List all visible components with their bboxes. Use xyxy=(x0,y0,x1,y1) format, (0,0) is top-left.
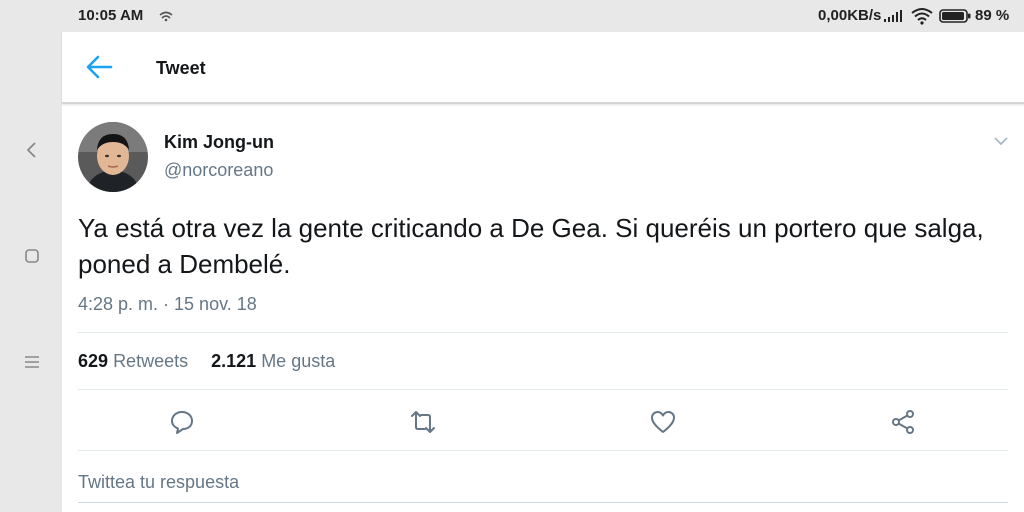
avatar-image xyxy=(78,122,148,192)
divider xyxy=(78,332,1008,333)
share-icon[interactable] xyxy=(889,408,917,436)
retweets-count: 629 xyxy=(78,351,109,371)
nav-menu-button[interactable] xyxy=(20,350,44,374)
likes-count: 2.121 xyxy=(211,351,257,371)
reply-icon[interactable] xyxy=(168,408,196,436)
like-icon[interactable] xyxy=(649,408,677,436)
system-nav-bar xyxy=(0,32,62,512)
square-icon xyxy=(25,249,39,263)
user-handle[interactable]: @norcoreano xyxy=(164,160,273,181)
menu-icon xyxy=(25,356,39,368)
wifi-icon xyxy=(911,8,933,25)
nav-home-button[interactable] xyxy=(20,244,44,268)
retweets-stat[interactable]: 629 Retweets xyxy=(78,351,188,371)
chevron-left-icon xyxy=(26,142,36,158)
chevron-down-icon[interactable] xyxy=(992,132,1010,150)
status-bar: 10:05 AM 0,00KB/s 89 % xyxy=(0,0,1024,32)
signal-icon xyxy=(884,10,902,22)
tweet-timestamp: 4:28 p. m. · 15 nov. 18 xyxy=(78,294,257,314)
app-bar: Tweet xyxy=(62,32,1024,104)
network-speed: 0,00KB/s xyxy=(818,7,882,24)
reply-input-underline xyxy=(78,502,1008,503)
page-title: Tweet xyxy=(156,58,206,78)
tweet-screen: Tweet Kim Jong-un @norcoreano Ya está ot… xyxy=(62,32,1024,512)
display-name[interactable]: Kim Jong-un xyxy=(164,132,274,153)
avatar[interactable] xyxy=(78,122,148,192)
hotspot-icon xyxy=(159,11,173,22)
battery-icon xyxy=(939,9,971,23)
nav-back-button[interactable] xyxy=(20,138,44,162)
tweet-stats: 629 Retweets 2.121 Me gusta xyxy=(78,351,335,372)
arrow-left-icon[interactable] xyxy=(84,52,114,82)
retweet-icon[interactable] xyxy=(409,408,437,436)
divider xyxy=(78,450,1008,451)
status-time: 10:05 AM xyxy=(78,7,144,24)
divider xyxy=(78,389,1008,390)
likes-label: Me gusta xyxy=(261,351,336,371)
battery-level: 89 % xyxy=(975,7,1010,24)
likes-stat[interactable]: 2.121 Me gusta xyxy=(211,351,335,371)
retweets-label: Retweets xyxy=(113,351,189,371)
tweet-text: Ya está otra vez la gente criticando a D… xyxy=(78,213,984,279)
reply-input[interactable]: Twittea tu respuesta xyxy=(78,472,239,493)
